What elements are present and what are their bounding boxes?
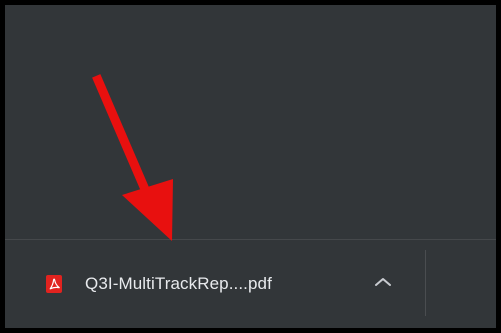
download-item[interactable]: Q3I-MultiTrackRep....pdf [33,262,416,306]
chevron-up-icon [374,275,392,293]
pdf-file-icon [45,274,63,294]
download-options-button[interactable] [368,270,398,298]
download-file-name: Q3I-MultiTrackRep....pdf [85,274,272,293]
browser-content-area [5,5,496,239]
download-shelf-separator [425,250,426,316]
download-shelf: Q3I-MultiTrackRep....pdf [5,239,496,328]
